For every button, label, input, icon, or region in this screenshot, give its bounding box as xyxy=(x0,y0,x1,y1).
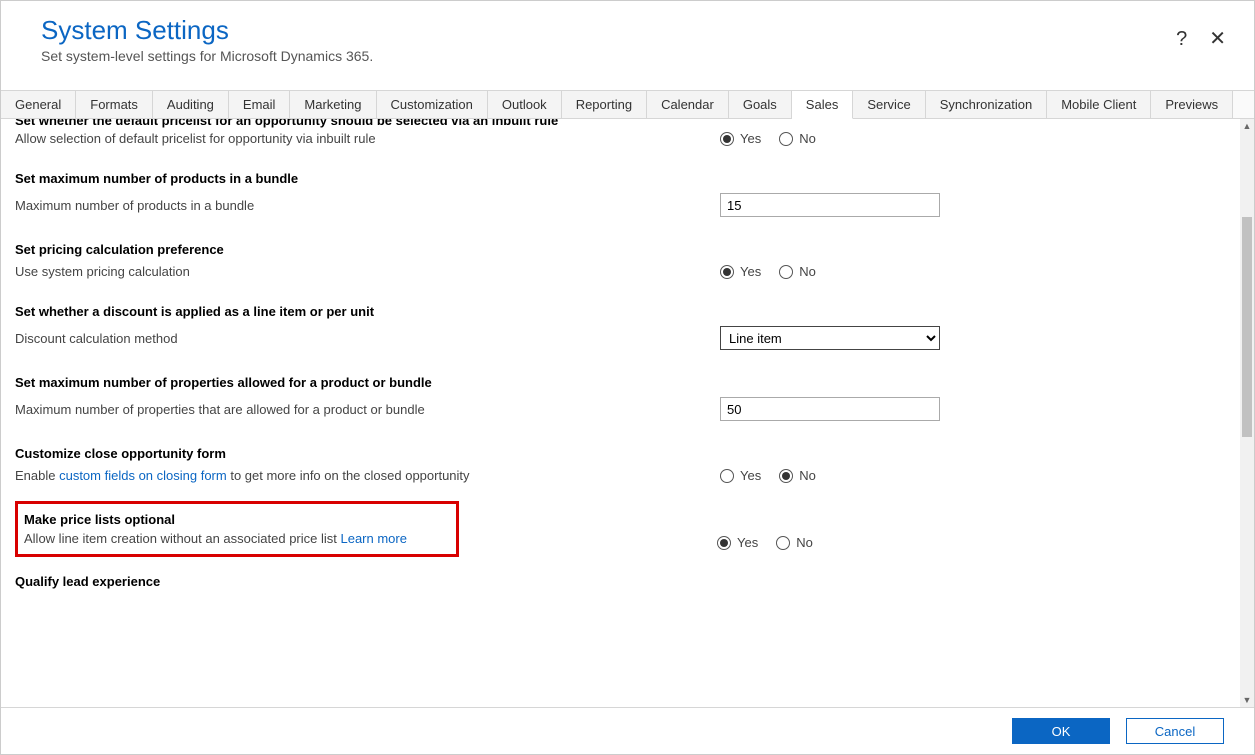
tab-customization[interactable]: Customization xyxy=(377,91,488,118)
close-opportunity-radio-group: Yes No xyxy=(720,468,1240,483)
tab-synchronization[interactable]: Synchronization xyxy=(926,91,1048,118)
close-icon[interactable]: ✕ xyxy=(1209,29,1226,49)
tab-calendar[interactable]: Calendar xyxy=(647,91,729,118)
cancel-button[interactable]: Cancel xyxy=(1126,718,1224,744)
page-subtitle: Set system-level settings for Microsoft … xyxy=(41,48,1214,64)
tab-bar: General Formats Auditing Email Marketing… xyxy=(1,90,1254,119)
tab-general[interactable]: General xyxy=(1,91,76,118)
scroll-down-icon[interactable]: ▼ xyxy=(1240,693,1254,707)
scroll-up-icon[interactable]: ▲ xyxy=(1240,119,1254,133)
max-properties-input[interactable] xyxy=(720,397,940,421)
vertical-scrollbar[interactable]: ▲ ▼ xyxy=(1240,119,1254,707)
dialog-header: System Settings Set system-level setting… xyxy=(1,1,1254,90)
help-icon[interactable]: ? xyxy=(1176,29,1187,49)
highlight-make-price-lists-optional: Make price lists optional Allow line ite… xyxy=(15,501,459,557)
section-max-properties-heading: Set maximum number of properties allowed… xyxy=(15,353,1240,394)
tab-auditing[interactable]: Auditing xyxy=(153,91,229,118)
default-pricelist-label: Allow selection of default pricelist for… xyxy=(15,131,720,146)
price-lists-optional-radio-group: Yes No xyxy=(717,535,1240,550)
price-lists-optional-label: Allow line item creation without an asso… xyxy=(24,531,450,546)
section-max-products-heading: Set maximum number of products in a bund… xyxy=(15,149,1240,190)
pricing-pref-radio-group: Yes No xyxy=(720,264,1240,279)
tab-mobile-client[interactable]: Mobile Client xyxy=(1047,91,1151,118)
custom-fields-on-closing-form-link[interactable]: custom fields on closing form xyxy=(59,468,227,483)
tab-previews[interactable]: Previews xyxy=(1151,91,1233,118)
tab-outlook[interactable]: Outlook xyxy=(488,91,562,118)
default-pricelist-yes[interactable]: Yes xyxy=(720,131,761,146)
scrollbar-thumb[interactable] xyxy=(1242,217,1252,437)
tab-sales[interactable]: Sales xyxy=(792,91,854,119)
tab-email[interactable]: Email xyxy=(229,91,291,118)
pricing-pref-no[interactable]: No xyxy=(779,264,816,279)
max-products-input[interactable] xyxy=(720,193,940,217)
discount-method-label: Discount calculation method xyxy=(15,331,720,346)
section-price-lists-optional-heading: Make price lists optional xyxy=(24,508,450,531)
content-area: Set whether the default pricelist for an… xyxy=(1,119,1254,707)
settings-scroll-area: Set whether the default pricelist for an… xyxy=(1,119,1240,707)
pricing-pref-label: Use system pricing calculation xyxy=(15,264,720,279)
page-title: System Settings xyxy=(41,15,1214,46)
tab-formats[interactable]: Formats xyxy=(76,91,153,118)
tab-reporting[interactable]: Reporting xyxy=(562,91,647,118)
default-pricelist-no[interactable]: No xyxy=(779,131,816,146)
discount-method-select[interactable]: Line item xyxy=(720,326,940,350)
system-settings-window: System Settings Set system-level setting… xyxy=(0,0,1255,755)
learn-more-link[interactable]: Learn more xyxy=(340,531,406,546)
dialog-footer: OK Cancel xyxy=(1,707,1254,754)
section-default-pricelist-heading-partial: Set whether the default pricelist for an… xyxy=(15,119,1240,128)
price-lists-optional-no[interactable]: No xyxy=(776,535,813,550)
tab-marketing[interactable]: Marketing xyxy=(290,91,376,118)
section-discount-heading: Set whether a discount is applied as a l… xyxy=(15,282,1240,323)
section-close-opportunity-heading: Customize close opportunity form xyxy=(15,424,1240,465)
tab-goals[interactable]: Goals xyxy=(729,91,792,118)
close-opportunity-label: Enable custom fields on closing form to … xyxy=(15,468,720,483)
tab-service[interactable]: Service xyxy=(853,91,925,118)
default-pricelist-radio-group: Yes No xyxy=(720,131,1240,146)
pricing-pref-yes[interactable]: Yes xyxy=(720,264,761,279)
price-lists-optional-yes[interactable]: Yes xyxy=(717,535,758,550)
titlebar-icons: ? ✕ xyxy=(1176,29,1226,49)
ok-button[interactable]: OK xyxy=(1012,718,1110,744)
close-opportunity-yes[interactable]: Yes xyxy=(720,468,761,483)
max-products-label: Maximum number of products in a bundle xyxy=(15,198,720,213)
max-properties-label: Maximum number of properties that are al… xyxy=(15,402,720,417)
close-opportunity-no[interactable]: No xyxy=(779,468,816,483)
section-pricing-pref-heading: Set pricing calculation preference xyxy=(15,220,1240,261)
section-qualify-lead-heading: Qualify lead experience xyxy=(15,560,1240,593)
